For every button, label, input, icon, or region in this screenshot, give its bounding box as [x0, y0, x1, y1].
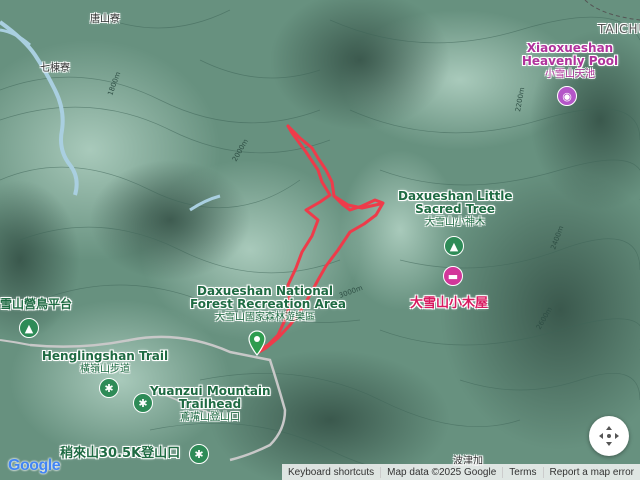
poi-heavenly-pool-name-zh: 小雪山天池: [545, 69, 595, 80]
poi-sacred-tree-label[interactable]: Daxueshan Little Sacred Tree 大雪山小神木: [398, 190, 512, 229]
camera-icon[interactable]: ◉: [557, 86, 577, 106]
attribution-bar: Keyboard shortcuts Map data ©2025 Google…: [281, 464, 640, 480]
poi-sacred-tree-name-zh: 大雪山小神木: [425, 217, 485, 228]
tree-icon[interactable]: ▲: [19, 318, 39, 338]
poi-heavenly-pool-label[interactable]: Xiaoxueshan Heavenly Pool 小雪山天池: [515, 42, 625, 81]
poi-cabin-label[interactable]: 大雪山小木屋: [410, 292, 488, 311]
poi-forest-area-label[interactable]: Daxueshan National Forest Recreation Are…: [190, 285, 346, 324]
google-logo-text: Google: [8, 457, 61, 474]
tree-icon[interactable]: ▲: [444, 236, 464, 256]
poi-forest-area-name-en-2: Forest Recreation Area: [190, 297, 346, 311]
poi-yuanzui-trailhead-name-en-2: Trailhead: [178, 397, 242, 411]
report-error-link[interactable]: Report a map error: [542, 466, 640, 478]
poi-heavenly-pool-name-en-2: Heavenly Pool: [521, 54, 619, 68]
bed-icon[interactable]: ▬: [443, 266, 463, 286]
recenter-button[interactable]: [589, 416, 629, 456]
poi-henglingshan-trail-label[interactable]: Henglingshan Trail 橫嶺山步道: [40, 350, 170, 376]
poi-camp-platform-label[interactable]: 雪山營鳥平台: [0, 298, 72, 311]
google-logo: Google: [8, 457, 61, 475]
poi-forest-area-name-zh: 大雪山國家森林遊樂區: [215, 312, 315, 323]
poi-sacred-tree-name-en-2: Sacred Tree: [415, 202, 495, 216]
poi-henglingshan-trail-name-en: Henglingshan Trail: [41, 349, 169, 363]
place-label-tianlong: 唐山寮: [90, 14, 120, 25]
poi-henglingshan-trail-name-zh: 橫嶺山步道: [80, 364, 130, 375]
poi-yuanzui-trailhead-name-zh: 鳶嘴山登山口: [180, 412, 240, 423]
hiker-icon[interactable]: ✱: [189, 444, 209, 464]
keyboard-shortcuts-link[interactable]: Keyboard shortcuts: [282, 467, 380, 478]
start-pin-icon[interactable]: [248, 330, 266, 356]
terms-link[interactable]: Terms: [502, 466, 542, 478]
hiker-icon[interactable]: ✱: [99, 378, 119, 398]
place-label-qike: 七棟寮: [40, 63, 70, 74]
map-data-text: Map data ©2025 Google: [380, 466, 502, 478]
poi-yuanzui-trailhead-label[interactable]: Yuanzui Mountain Trailhead 鳶嘴山登山口: [150, 385, 271, 424]
poi-shaolai-trailhead-label[interactable]: 稍來山30.5K登山口: [60, 447, 180, 460]
region-label-taichung: TAICHU: [598, 22, 640, 36]
crosshair-icon: [599, 426, 619, 446]
